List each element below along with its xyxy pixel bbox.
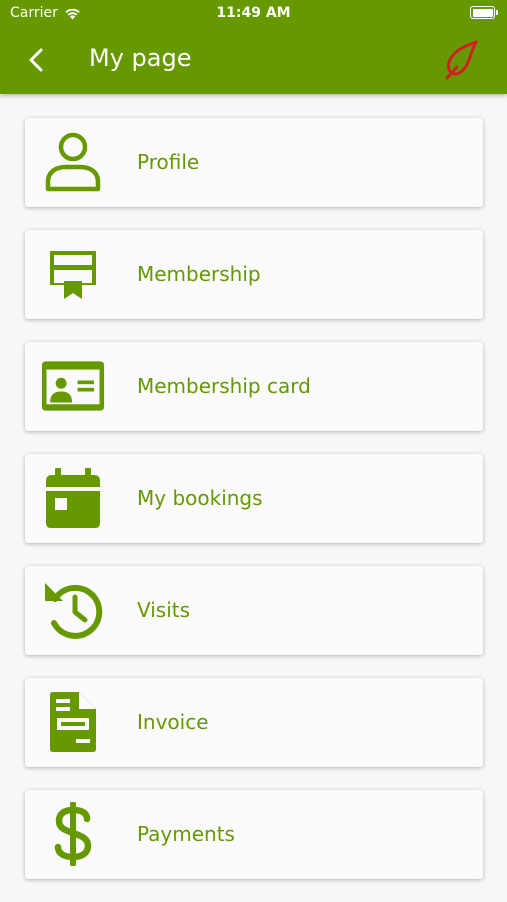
menu-item-label: Invoice [137, 710, 209, 734]
dollar-icon [41, 802, 105, 866]
leaf-logo-icon [445, 40, 478, 80]
history-icon [41, 578, 105, 642]
menu-item-my-bookings[interactable]: My bookings [25, 454, 483, 543]
invoice-icon [41, 690, 105, 754]
nav-bar: My page [0, 28, 507, 94]
menu-item-membership[interactable]: Membership [25, 230, 483, 319]
app-header: Carrier 11:49 AM My page [0, 0, 507, 94]
menu-item-label: Profile [137, 150, 200, 174]
menu-list: Profile Membership Membership card My bo… [25, 118, 483, 902]
calendar-icon [41, 466, 105, 530]
menu-item-invoice[interactable]: Invoice [25, 678, 483, 767]
menu-item-membership-card[interactable]: Membership card [25, 342, 483, 431]
chevron-left-icon [29, 48, 43, 72]
menu-item-label: Membership card [137, 374, 311, 398]
status-bar: Carrier 11:49 AM [0, 0, 507, 28]
certificate-icon [41, 242, 105, 306]
back-button[interactable] [18, 42, 54, 78]
menu-item-label: My bookings [137, 486, 263, 510]
battery-icon [470, 6, 498, 19]
status-time: 11:49 AM [216, 5, 291, 21]
id-card-icon [41, 354, 105, 418]
user-icon [41, 130, 105, 194]
page-title: My page [89, 44, 192, 72]
menu-item-profile[interactable]: Profile [25, 118, 483, 207]
menu-item-visits[interactable]: Visits [25, 566, 483, 655]
menu-item-label: Membership [137, 262, 261, 286]
menu-item-payments[interactable]: Payments [25, 790, 483, 879]
menu-item-label: Payments [137, 822, 235, 846]
menu-item-label: Visits [137, 598, 191, 622]
